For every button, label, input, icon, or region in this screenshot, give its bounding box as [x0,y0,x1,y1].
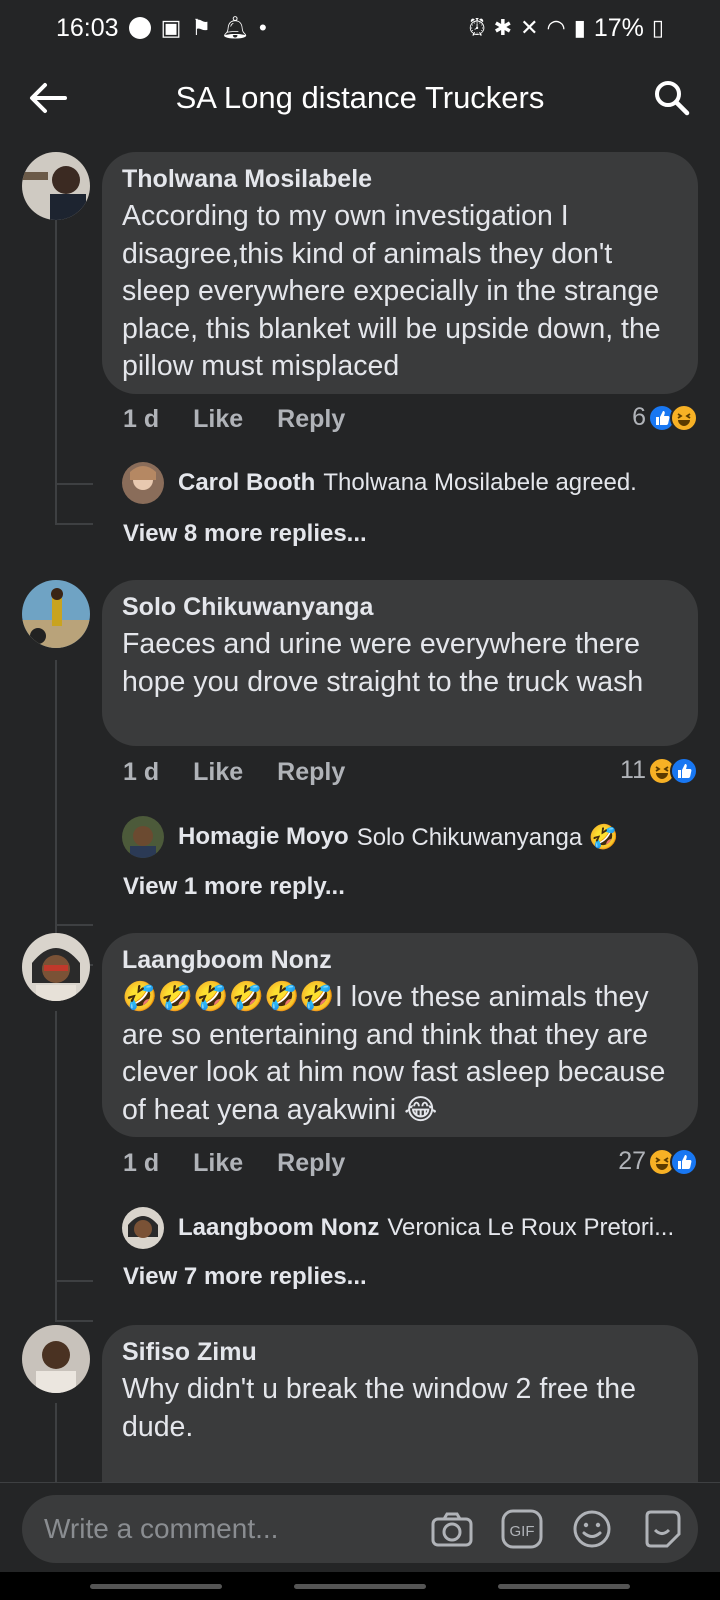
comment-input-box[interactable]: GIF [22,1495,698,1563]
reaction-count: 11 [620,756,646,784]
nav-home[interactable] [294,1584,426,1589]
comment-bubble[interactable]: Tholwana Mosilabele According to my own … [102,152,698,394]
reply-text: Veronica Le Roux Pretori... [387,1214,675,1241]
like-button[interactable]: Like [193,1149,243,1178]
battery-level: 17% [593,13,644,42]
alarm-icon: ⏰︎ [468,15,486,40]
bluetooth-icon: ✱ [493,15,513,40]
reply-author[interactable]: Carol Booth [178,469,315,497]
reactions-summary[interactable]: 27 [618,1147,698,1176]
reply-preview[interactable]: Carol Booth Tholwana Mosilabele agreed. [122,462,637,504]
wifi-icon: ◠ [546,15,566,40]
like-button[interactable]: Like [193,405,243,434]
status-bar: 16:03 ▣ ⚑ 🔔︎ • ⏰︎ ✱ ✕ ◠ ▮ 17% ▯ [0,0,720,56]
comment-text: 🤣🤣🤣🤣🤣🤣I love these animals they are so e… [122,981,666,1126]
view-more-replies[interactable]: View 1 more reply... [123,873,345,901]
camera-icon [431,1512,473,1547]
reaction-count: 6 [632,403,646,431]
reaction-count: 27 [618,1147,646,1175]
reply-author[interactable]: Homagie Moyo [178,823,349,851]
reply-avatar[interactable] [122,462,164,504]
sticker-icon [645,1510,681,1548]
smiley-icon [573,1510,611,1548]
comment-age: 1 d [123,405,160,433]
back-button[interactable] [26,76,70,120]
comment-text: Faeces and urine were everywhere there h… [122,628,644,698]
search-button[interactable] [650,76,694,120]
comment-composer: GIF [0,1482,720,1572]
calendar-icon: ▣ [160,15,182,40]
comment-age: 1 d [123,758,160,786]
comments-list[interactable]: Tholwana Mosilabele According to my own … [0,140,720,1482]
comment-author[interactable]: Laangboom Nonz [122,945,678,975]
bell-icon: 🔔︎ [221,15,250,40]
reply-text: Solo Chikuwanyanga 🤣 [356,823,619,851]
comment-bubble[interactable]: Solo Chikuwanyanga Faeces and urine were… [102,580,698,746]
reactions-summary[interactable]: 11 [620,756,698,785]
comment-age: 1 d [123,1149,160,1177]
nav-recents[interactable] [90,1584,222,1589]
comment-bubble[interactable]: Laangboom Nonz 🤣🤣🤣🤣🤣🤣I love these animal… [102,933,698,1137]
system-nav-bar [0,1572,720,1600]
comment-text: According to my own investigation I disa… [122,200,661,382]
reply-avatar[interactable] [122,816,164,858]
reply-button[interactable]: Reply [277,405,345,434]
arrow-left-icon [30,83,67,113]
haha-reaction-icon [670,403,698,432]
comment-author[interactable]: Solo Chikuwanyanga [122,592,678,622]
view-more-replies[interactable]: View 8 more replies... [123,520,367,548]
reply-text: Tholwana Mosilabele agreed. [323,469,637,496]
group-title: SA Long distance Truckers [175,80,545,115]
reply-author[interactable]: Laangboom Nonz [178,1214,379,1242]
reply-preview[interactable]: Laangboom Nonz Veronica Le Roux Pretori.… [122,1207,674,1249]
comment-input[interactable] [44,1513,430,1545]
notification-icon: ⚑ [191,15,212,40]
status-time: 16:03 [56,13,119,42]
gif-button[interactable]: GIF [500,1507,544,1551]
top-bar: SA Long distance Truckers [0,56,720,140]
facebook-icon [128,17,151,39]
gif-icon: GIF [501,1509,543,1549]
comment-author[interactable]: Tholwana Mosilabele [122,164,678,194]
avatar[interactable] [22,933,90,1001]
avatar[interactable] [22,580,90,648]
nav-back[interactable] [498,1584,630,1589]
like-button[interactable]: Like [193,758,243,787]
like-reaction-icon [670,756,698,785]
avatar[interactable] [22,152,90,220]
like-reaction-icon [670,1147,698,1176]
comment-bubble[interactable]: Sifiso Zimu Why didn't u break the windo… [102,1325,698,1482]
emoji-button[interactable] [570,1507,614,1551]
comment-text: Why didn't u break the window 2 free the… [122,1373,636,1443]
battery-icon: ▯ [651,15,664,40]
mute-icon: ✕ [520,15,539,40]
search-icon [655,81,690,116]
reply-button[interactable]: Reply [277,1149,345,1178]
reply-button[interactable]: Reply [277,758,345,787]
view-more-replies[interactable]: View 7 more replies... [123,1263,367,1291]
avatar[interactable] [22,1325,90,1393]
camera-button[interactable] [430,1507,474,1551]
comment-author[interactable]: Sifiso Zimu [122,1337,678,1367]
dot-icon: • [259,15,267,40]
signal-icon: ▮ [573,15,586,40]
svg-text:GIF: GIF [510,1523,535,1540]
reply-avatar[interactable] [122,1207,164,1249]
reactions-summary[interactable]: 6 [632,403,698,432]
sticker-button[interactable] [640,1507,684,1551]
reply-preview[interactable]: Homagie Moyo Solo Chikuwanyanga 🤣 [122,816,619,858]
